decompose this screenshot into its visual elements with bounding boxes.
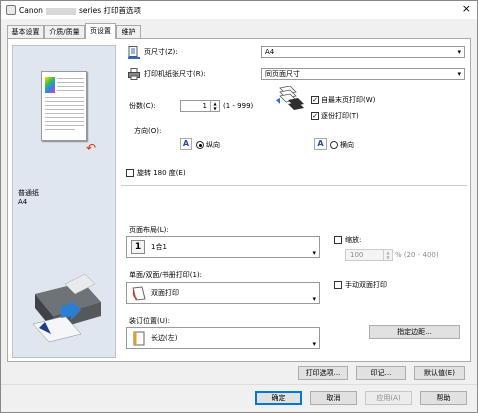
title-suffix: series 打印首选项	[78, 6, 142, 15]
close-button[interactable]: ×	[462, 3, 471, 15]
page-size-label: 页尺寸(Z):	[144, 48, 178, 56]
page-setup-panel: ↶ 普通纸 A4 页尺寸(Z): A4 ▾ 打印机纸张尺寸(R): 同页面尺寸 ▾	[7, 38, 471, 362]
collate-pages-icon	[276, 86, 304, 110]
duplex-flip-arrow-icon: ↶	[86, 141, 97, 155]
landscape-orientation-icon: A	[314, 138, 327, 150]
preview-line	[57, 82, 84, 83]
printer-paper-icon	[128, 68, 140, 80]
preview-line	[45, 121, 84, 122]
duplex-print-icon	[132, 286, 146, 301]
portrait-orientation-icon: A	[180, 138, 192, 150]
spin-down-icon[interactable]: ▼	[384, 255, 392, 260]
print-options-button[interactable]: 打印选项...	[298, 366, 348, 380]
chevron-down-icon: ▾	[312, 295, 316, 303]
preview-line	[45, 109, 84, 110]
stamp-button[interactable]: 印记...	[356, 366, 406, 380]
scaling-range: % (20 - 400)	[395, 251, 439, 259]
landscape-label: 横向	[340, 141, 354, 149]
preview-image-block	[45, 77, 55, 93]
help-button[interactable]: 帮助	[420, 391, 467, 405]
printer-paper-size-label: 打印机纸张尺寸(R):	[144, 70, 206, 78]
landscape-radio[interactable]	[330, 141, 338, 149]
binding-position-label: 装订位置(U):	[129, 317, 170, 325]
print-preferences-dialog: Canon series 打印首选项 × 基本设置 介质/质量 页设置 维护 ↶…	[0, 0, 478, 413]
rotate-180-label: 旋转 180 度(E)	[137, 169, 186, 177]
window-title: Canon series 打印首选项	[19, 5, 141, 16]
cancel-button[interactable]: 取消	[310, 391, 357, 405]
spin-down-icon[interactable]: ▼	[211, 106, 219, 111]
preview-line	[45, 105, 84, 106]
section-divider	[121, 185, 467, 186]
preview-area: ↶ 普通纸 A4	[12, 45, 116, 358]
spin-buttons[interactable]: ▲ ▼	[383, 250, 392, 260]
defaults-button[interactable]: 默认值(E)	[414, 366, 465, 380]
collate-label: 逐份打印(T)	[321, 112, 359, 120]
scaling-checkbox[interactable]	[334, 236, 342, 244]
preview-media-type: 普通纸	[18, 189, 39, 197]
preview-line	[57, 86, 84, 87]
tab-page-setup[interactable]: 页设置	[85, 23, 116, 39]
duplex-value: 双面打印	[151, 289, 179, 297]
orientation-label: 方向(O):	[134, 127, 162, 135]
chevron-down-icon: ▾	[457, 70, 461, 78]
tab-maintenance[interactable]: 维护	[116, 25, 141, 38]
footer-divider	[1, 384, 477, 385]
binding-position-value: 长边(左)	[151, 334, 178, 342]
preview-line	[45, 113, 84, 114]
chevron-down-icon: ▾	[312, 249, 316, 257]
binding-position-dropdown[interactable]: 长边(左) ▾	[126, 327, 320, 349]
duplex-dropdown[interactable]: 双面打印 ▾	[126, 282, 320, 304]
printer-paper-size-value: 同页面尺寸	[265, 70, 300, 78]
page-layout-value: 1合1	[151, 243, 167, 251]
page-size-dropdown[interactable]: A4 ▾	[261, 46, 465, 58]
copies-label: 份数(C):	[129, 102, 156, 110]
paper-preview	[41, 71, 87, 141]
page-layout-dropdown[interactable]: 1 1合1 ▾	[126, 236, 320, 258]
page-size-icon	[128, 46, 140, 59]
preview-line	[57, 78, 84, 79]
title-bar: Canon series 打印首选项 ×	[1, 1, 477, 19]
chevron-down-icon: ▾	[457, 48, 461, 56]
printer-app-icon	[6, 5, 16, 15]
portrait-label: 纵向	[206, 141, 220, 149]
manual-duplex-label: 手动双面打印	[345, 281, 387, 289]
rotate-180-checkbox[interactable]	[126, 169, 134, 177]
printer-paper-size-dropdown[interactable]: 同页面尺寸 ▾	[261, 68, 465, 80]
preview-line	[45, 125, 84, 126]
preview-line	[45, 117, 84, 118]
normal-size-layout-icon: 1	[131, 240, 145, 254]
printer-illustration-icon	[32, 273, 101, 343]
page-layout-label: 页面布局(L):	[129, 226, 169, 234]
preview-media-info: 普通纸 A4	[18, 189, 39, 207]
print-from-last-page-label: 自最末页打印(W)	[321, 96, 376, 104]
specify-margin-button[interactable]: 指定边距...	[369, 325, 460, 339]
tab-media-quality[interactable]: 介质/质量	[44, 25, 85, 38]
duplex-label: 单面/双面/书册打印(1):	[129, 271, 202, 279]
preview-line	[45, 101, 84, 102]
copies-value: 1	[202, 102, 207, 110]
scaling-value: 100	[350, 251, 364, 259]
preview-paper-size: A4	[18, 198, 28, 206]
page-size-value: A4	[265, 48, 275, 56]
scaling-spinbox[interactable]: 100 ▲ ▼	[345, 249, 393, 261]
collate-checkbox[interactable]: ✓	[311, 112, 319, 120]
binding-long-edge-left-icon	[133, 331, 145, 346]
copies-range: (1 - 999)	[223, 102, 254, 110]
chevron-down-icon: ▾	[312, 340, 316, 348]
preview-line	[45, 97, 84, 98]
manual-duplex-checkbox[interactable]	[334, 281, 342, 289]
copies-spinbox[interactable]: 1 ▲ ▼	[180, 100, 220, 112]
scaling-label: 缩放:	[345, 236, 362, 244]
preview-line	[57, 90, 84, 91]
apply-button[interactable]: 应用(A)	[365, 391, 412, 405]
redacted-model-name	[45, 7, 76, 15]
tab-basic-settings[interactable]: 基本设置	[7, 25, 44, 38]
spin-buttons[interactable]: ▲ ▼	[210, 101, 219, 111]
ok-button[interactable]: 确定	[255, 391, 302, 405]
title-prefix: Canon	[19, 6, 43, 15]
portrait-radio[interactable]	[196, 141, 204, 149]
print-from-last-page-checkbox[interactable]: ✓	[311, 96, 319, 104]
preview-line	[45, 129, 75, 130]
